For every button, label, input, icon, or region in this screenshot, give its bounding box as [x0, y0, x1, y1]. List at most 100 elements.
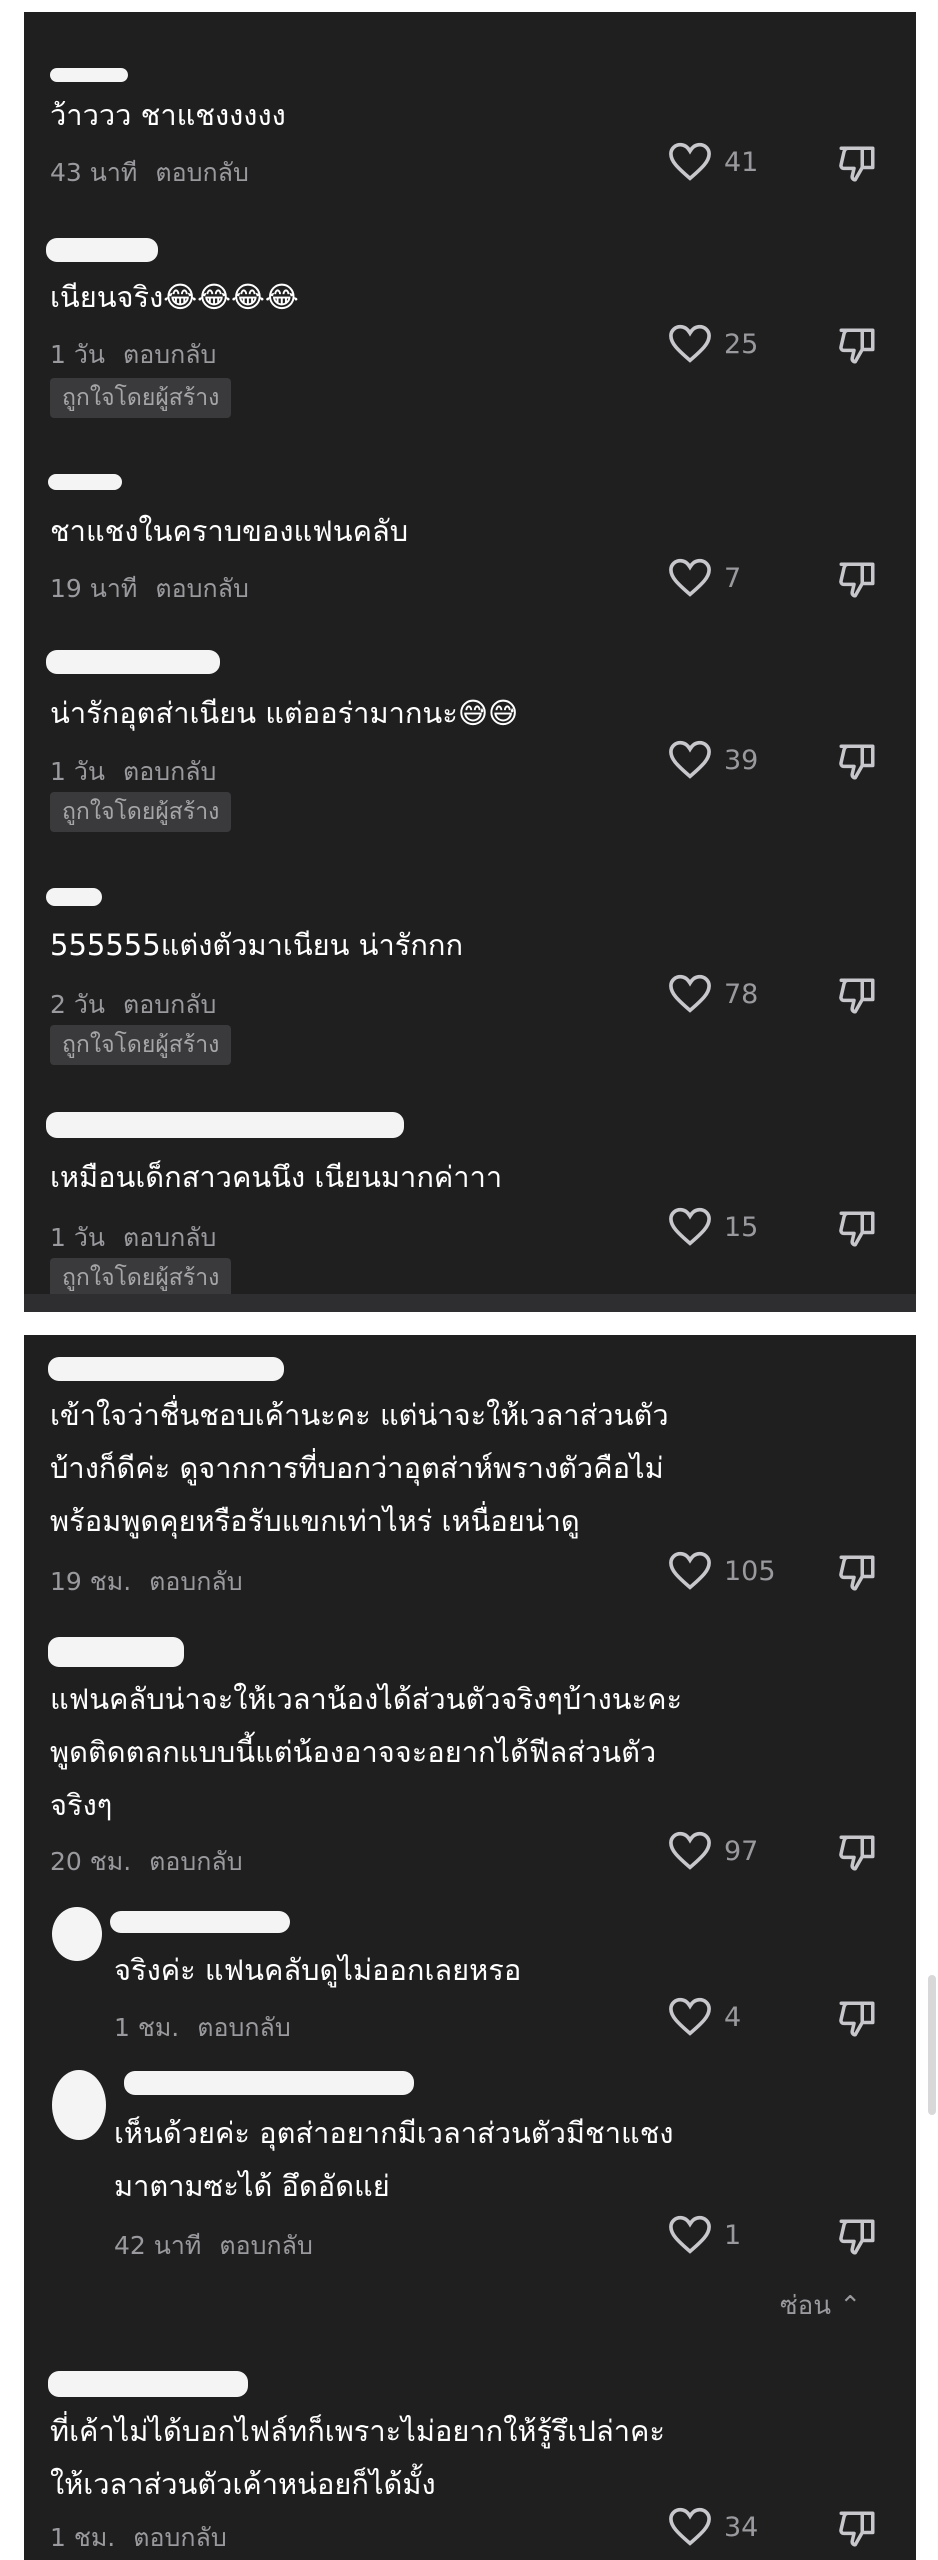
scrollbar[interactable] — [928, 1975, 936, 2115]
reply-button[interactable]: ตอบกลับ — [197, 2013, 290, 2042]
heart-icon — [669, 974, 711, 1013]
comments-panel-bottom: เข้าใจว่าชื่นชอบเค้านะคะ แต่น่าจะให้เวลา… — [24, 1335, 916, 2560]
reply-button[interactable]: ตอบกลับ — [155, 574, 248, 603]
redacted-username — [110, 1911, 290, 1933]
like-count: 97 — [724, 1835, 759, 1867]
like-count: 25 — [724, 328, 759, 360]
heart-icon — [669, 1207, 711, 1246]
comment-time: 42 นาที — [114, 2231, 202, 2260]
liked-by-creator-badge: ถูกใจโดยผู้สร้าง — [50, 1258, 232, 1298]
redacted-username — [46, 888, 102, 906]
dislike-icon[interactable] — [836, 1833, 878, 1873]
comment-meta: 1 ชม. ตอบกลับ — [50, 2518, 227, 2558]
avatar — [52, 2070, 106, 2140]
like-button[interactable]: 7 — [668, 558, 741, 598]
avatar — [52, 1907, 102, 1961]
redacted-username — [48, 2371, 248, 2397]
comment-text-line: บ้างก็ดีค่ะ ดูจากการที่บอกว่าอุตส่าห์พรา… — [50, 1451, 664, 1485]
dislike-icon[interactable] — [836, 560, 878, 600]
like-button[interactable]: 39 — [668, 740, 758, 780]
comment-time: 1 วัน — [50, 1223, 105, 1252]
comment-text-line: เห็นด้วยค่ะ อุตส่าอยากมีเวลาส่วนตัวมีชาแ… — [114, 2116, 674, 2150]
heart-icon — [669, 1831, 711, 1870]
like-button[interactable]: 15 — [668, 1207, 758, 1247]
comment-time: 19 ชม. — [50, 1567, 132, 1596]
comment-meta: 43 นาที ตอบกลับ — [50, 153, 249, 193]
like-button[interactable]: 97 — [668, 1831, 758, 1871]
comment-time: 1 ชม. — [114, 2013, 180, 2042]
comment-text: น่ารักอุตส่าเนียน แต่ออร่ามากนะ😅😅 — [50, 696, 519, 730]
comment-text: เหมือนเด็กสาวคนนึง เนียนมากค่าาา — [50, 1160, 503, 1194]
heart-icon — [669, 558, 711, 597]
comment-text-line: จริงค่ะ แฟนคลับดูไม่ออกเลยหรอ — [114, 1953, 522, 1987]
redacted-username — [48, 1637, 184, 1667]
comment-text-line: มาตามซะได้ อึดอัดแย่ — [114, 2169, 390, 2203]
comment-time: 1 ชม. — [50, 2523, 116, 2552]
like-button[interactable]: 41 — [668, 142, 758, 182]
dislike-icon[interactable] — [836, 2509, 878, 2549]
like-count: 15 — [724, 1211, 759, 1243]
like-button[interactable]: 4 — [668, 1997, 741, 2037]
like-count: 39 — [724, 744, 759, 776]
comment-meta: 19 ชม. ตอบกลับ — [50, 1562, 243, 1602]
comment-text-line: เข้าใจว่าชื่นชอบเค้านะคะ แต่น่าจะให้เวลา… — [50, 1398, 669, 1432]
comment-time: 19 นาที — [50, 574, 138, 603]
dislike-icon[interactable] — [836, 326, 878, 366]
like-button[interactable]: 34 — [668, 2507, 758, 2547]
reply-button[interactable]: ตอบกลับ — [123, 1223, 216, 1252]
reply-button[interactable]: ตอบกลับ — [149, 1847, 242, 1876]
comment-text-line: ให้เวลาส่วนตัวเค้าหน่อยก็ได้มั้ง — [50, 2467, 436, 2501]
heart-icon — [669, 1997, 711, 2036]
comment-text: ชาแชงในคราบของแฟนคลับ — [50, 514, 409, 548]
redacted-username — [48, 1357, 284, 1381]
liked-by-creator-badge: ถูกใจโดยผู้สร้าง — [50, 792, 232, 832]
dislike-icon[interactable] — [836, 1999, 878, 2039]
reply-button[interactable]: ตอบกลับ — [149, 1567, 242, 1596]
panel-bottom-edge — [24, 1294, 916, 1312]
redacted-username — [124, 2071, 414, 2095]
redacted-username — [46, 238, 158, 262]
dislike-icon[interactable] — [836, 976, 878, 1016]
comment-text-line: จริงๆ — [50, 1788, 113, 1822]
heart-icon — [669, 1551, 711, 1590]
redacted-username — [50, 68, 128, 82]
like-button[interactable]: 105 — [668, 1551, 776, 1591]
like-count: 105 — [724, 1555, 776, 1587]
like-button[interactable]: 78 — [668, 974, 758, 1014]
dislike-icon[interactable] — [836, 144, 878, 184]
dislike-icon[interactable] — [836, 742, 878, 782]
comment-text-line: แฟนคลับน่าจะให้เวลาน้องได้ส่วนตัวจริงๆบ้… — [50, 1682, 683, 1716]
comment-text: เนียนจริง😂😂😂😂 — [50, 280, 299, 314]
redacted-username — [46, 1112, 404, 1138]
comment-time: 20 ชม. — [50, 1847, 132, 1876]
like-button[interactable]: 25 — [668, 324, 758, 364]
liked-by-creator-badge: ถูกใจโดยผู้สร้าง — [50, 1025, 232, 1065]
reply-button[interactable]: ตอบกลับ — [123, 757, 216, 786]
comment-meta: 19 นาที ตอบกลับ — [50, 569, 249, 609]
dislike-icon[interactable] — [836, 1209, 878, 1249]
hide-replies-button[interactable]: ซ่อน ⌃ — [780, 2285, 861, 2326]
reply-button[interactable]: ตอบกลับ — [123, 990, 216, 1019]
reply-button[interactable]: ตอบกลับ — [133, 2523, 226, 2552]
comment-time: 1 วัน — [50, 340, 105, 369]
comment-meta: 1 ชม. ตอบกลับ — [114, 2008, 291, 2048]
heart-icon — [669, 740, 711, 779]
heart-icon — [669, 2215, 711, 2254]
comment-time: 43 นาที — [50, 158, 138, 187]
dislike-icon[interactable] — [836, 1553, 878, 1593]
like-count: 4 — [724, 2001, 742, 2033]
comment-meta: 1 วัน ตอบกลับ — [50, 752, 216, 792]
heart-icon — [669, 2507, 711, 2546]
reply-button[interactable]: ตอบกลับ — [155, 158, 248, 187]
reply-button[interactable]: ตอบกลับ — [123, 340, 216, 369]
comment-meta: 1 วัน ตอบกลับ — [50, 1218, 216, 1258]
comments-panel-top: ว้าววว ชาแชงงงงง 43 นาที ตอบกลับ 41 เนียน… — [24, 12, 916, 1312]
hide-replies-label: ซ่อน — [780, 2291, 832, 2321]
comment-meta: 20 ชม. ตอบกลับ — [50, 1842, 243, 1882]
comment-time: 1 วัน — [50, 757, 105, 786]
like-count: 34 — [724, 2511, 759, 2543]
redacted-username — [48, 474, 122, 490]
reply-button[interactable]: ตอบกลับ — [219, 2231, 312, 2260]
like-button[interactable]: 1 — [668, 2215, 741, 2255]
dislike-icon[interactable] — [836, 2217, 878, 2257]
